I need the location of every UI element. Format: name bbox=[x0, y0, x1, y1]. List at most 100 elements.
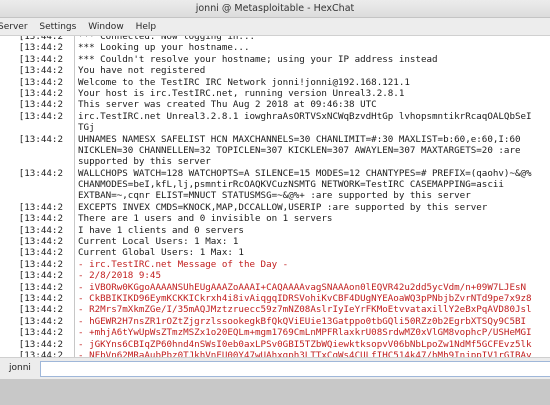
chat-line: [13:44:2 - 2/8/2018 9:45 bbox=[0, 270, 550, 282]
line-separator bbox=[63, 144, 75, 157]
timestamp: [13:44:2 bbox=[18, 304, 63, 316]
menu-window[interactable]: Window bbox=[84, 18, 129, 36]
message-text: - CkBBIKIKD96EymKCKKICkrxh4i8ivAiqgqIDRS… bbox=[78, 292, 532, 304]
chat-line: [13:44:2 *** Looking up your hostname... bbox=[0, 42, 550, 54]
menu-settings[interactable]: Settings bbox=[35, 18, 81, 36]
chat-line: [13:44:2 Current Global Users: 1 Max: 1 bbox=[0, 247, 550, 259]
chat-line: [13:44:2 WALLCHOPS WATCH=128 WATCHOPTS=A … bbox=[0, 167, 550, 180]
message-text: *** Connected. Now logging in... bbox=[78, 36, 256, 42]
line-separator bbox=[63, 167, 75, 180]
line-separator bbox=[63, 87, 75, 100]
message-text: - +mhjA6tYwUpWsZTmzMSZx1o20EQLm+mgm1769C… bbox=[78, 327, 532, 339]
chat-line: NICKLEN=30 CHANNELLEN=32 TOPICLEN=307 KI… bbox=[0, 144, 550, 157]
chat-line: [13:44:2 irc.TestIRC.net Unreal3.2.8.1 io… bbox=[0, 110, 550, 123]
chat-text-area[interactable]: [13:44:2 *** Connected. Now logging in...… bbox=[0, 36, 550, 357]
chat-lines: [13:44:2 *** Connected. Now logging in...… bbox=[0, 36, 550, 357]
chat-line: [13:44:2 - CkBBIKIKD96EymKCKKICkrxh4i8ivA… bbox=[0, 292, 550, 305]
timestamp: [13:44:2 bbox=[18, 270, 63, 282]
line-separator bbox=[63, 122, 75, 134]
message-text: - irc.TestIRC.net Message of the Day - bbox=[78, 258, 289, 270]
line-separator bbox=[63, 281, 75, 293]
chat-line: CHANMODES=beI,kfL,lj,psmntirRcOAQKVCuzNS… bbox=[0, 179, 550, 191]
chat-line: TGj bbox=[0, 122, 550, 134]
menu-help[interactable]: Help bbox=[132, 18, 162, 36]
timestamp: [13:44:2 bbox=[18, 99, 63, 111]
message-text: NICKLEN=30 CHANNELLEN=32 TOPICLEN=307 KI… bbox=[78, 144, 521, 156]
menu-bar: Server Settings Window Help bbox=[0, 18, 550, 36]
message-text: CHANMODES=beI,kfL,lj,psmntirRcOAQKVCuzNS… bbox=[78, 179, 504, 191]
message-text: irc.TestIRC.net Unreal3.2.8.1 iowghraAsO… bbox=[78, 110, 532, 122]
chat-line: supported by this server bbox=[0, 156, 550, 168]
line-separator bbox=[63, 258, 75, 271]
line-separator bbox=[63, 110, 75, 123]
line-separator bbox=[63, 133, 75, 145]
message-text: - R2Mrs7mXkmZGe/I/35mAQJMztzruecc59z7mNZ… bbox=[78, 304, 532, 316]
line-separator bbox=[63, 42, 75, 54]
message-text: - hGEWR2H7nsZR1rOZtZjgrzlssookegkBfQkQVi… bbox=[78, 315, 527, 327]
message-text: - iVBORw0KGgoAAAANSUhEUgAAAZoAAAI+CAQAAA… bbox=[78, 281, 527, 293]
timestamp: [13:44:2 bbox=[18, 224, 63, 236]
line-separator bbox=[63, 247, 75, 259]
line-separator bbox=[63, 201, 75, 214]
menu-server[interactable]: Server bbox=[0, 18, 33, 36]
message-text: Current Global Users: 1 Max: 1 bbox=[78, 247, 244, 259]
input-bar: jonni bbox=[0, 357, 550, 379]
timestamp: [13:44:2 bbox=[18, 292, 63, 304]
chat-line: [13:44:2 There are 1 users and 0 invisibl… bbox=[0, 213, 550, 225]
message-text: I have 1 clients and 0 servers bbox=[78, 224, 244, 236]
message-input[interactable] bbox=[40, 361, 550, 377]
message-text: EXCEPTS INVEX CMDS=KNOCK,MAP,DCCALLOW,US… bbox=[78, 201, 488, 213]
line-separator bbox=[63, 349, 75, 357]
timestamp: [13:44:2 bbox=[18, 201, 63, 213]
chat-line: [13:44:2 - NFbVn62MRaAubPbz0TJkhVnFU00Y47… bbox=[0, 349, 550, 357]
line-separator bbox=[63, 315, 75, 328]
timestamp: [13:44:2 bbox=[18, 247, 63, 259]
chat-line: [13:44:2 This server was created Thu Aug … bbox=[0, 99, 550, 111]
nick-label[interactable]: jonni bbox=[9, 363, 31, 373]
message-text: WALLCHOPS WATCH=128 WATCHOPTS=A SILENCE=… bbox=[78, 167, 532, 179]
timestamp: [13:44:2 bbox=[18, 315, 63, 327]
message-text: *** Looking up your hostname... bbox=[78, 42, 250, 54]
timestamp: [13:44:2 bbox=[18, 213, 63, 225]
timestamp: [13:44:2 bbox=[18, 327, 63, 339]
line-separator bbox=[63, 213, 75, 225]
message-text: This server was created Thu Aug 2 2018 a… bbox=[78, 99, 377, 111]
message-text: supported by this server bbox=[78, 156, 211, 168]
chat-line: [13:44:2 - R2Mrs7mXkmZGe/I/35mAQJMztzruec… bbox=[0, 304, 550, 316]
message-text: Welcome to the TestIRC IRC Network jonni… bbox=[78, 76, 410, 88]
line-separator bbox=[63, 99, 75, 111]
timestamp: [13:44:2 bbox=[18, 236, 63, 248]
line-separator bbox=[63, 53, 75, 66]
window-bottom-edge bbox=[0, 379, 550, 405]
message-text: TGj bbox=[78, 122, 95, 134]
timestamp: [13:44:2 bbox=[18, 338, 63, 350]
line-separator bbox=[63, 270, 75, 282]
chat-line: [13:44:2 I have 1 clients and 0 servers bbox=[0, 224, 550, 237]
chat-line: [13:44:2 *** Couldn't resolve your hostna… bbox=[0, 53, 550, 66]
message-text: Current Local Users: 1 Max: 1 bbox=[78, 236, 239, 248]
line-separator bbox=[63, 76, 75, 88]
timestamp: [13:44:2 bbox=[18, 167, 63, 179]
timestamp: [13:44:2 bbox=[18, 76, 63, 88]
line-separator bbox=[63, 179, 75, 191]
line-separator bbox=[63, 338, 75, 350]
message-text: - NFbVn62MRaAubPbz0TJkhVnFU00Y47wUAhxgph… bbox=[78, 349, 532, 357]
line-separator bbox=[63, 327, 75, 339]
timestamp: [13:44:2 bbox=[18, 258, 63, 270]
chat-line: [13:44:2 EXCEPTS INVEX CMDS=KNOCK,MAP,DCC… bbox=[0, 201, 550, 214]
chat-line: [13:44:2 - hGEWR2H7nsZR1rOZtZjgrzlssookeg… bbox=[0, 315, 550, 328]
line-separator bbox=[63, 304, 75, 316]
timestamp: [13:44:2 bbox=[18, 42, 63, 54]
chat-line: EXTBAN=~,cqnr ELIST=MNUCT STATUSMSG=~&@%… bbox=[0, 190, 550, 202]
line-separator bbox=[63, 292, 75, 305]
message-text: You have not registered bbox=[78, 65, 206, 77]
chat-line: [13:44:2 Welcome to the TestIRC IRC Netwo… bbox=[0, 76, 550, 88]
chat-line: [13:44:2 Current Local Users: 1 Max: 1 bbox=[0, 236, 550, 248]
window-title: jonni @ Metasploitable - HexChat bbox=[195, 3, 355, 14]
timestamp: [13:44:2 bbox=[18, 110, 63, 122]
line-separator bbox=[63, 236, 75, 248]
timestamp: [13:44:2 bbox=[18, 281, 63, 293]
timestamp: [13:44:2 bbox=[18, 349, 63, 357]
chat-line: [13:44:2 Your host is irc.TestIRC.net, ru… bbox=[0, 87, 550, 100]
chat-line: [13:44:2 You have not registered bbox=[0, 65, 550, 77]
